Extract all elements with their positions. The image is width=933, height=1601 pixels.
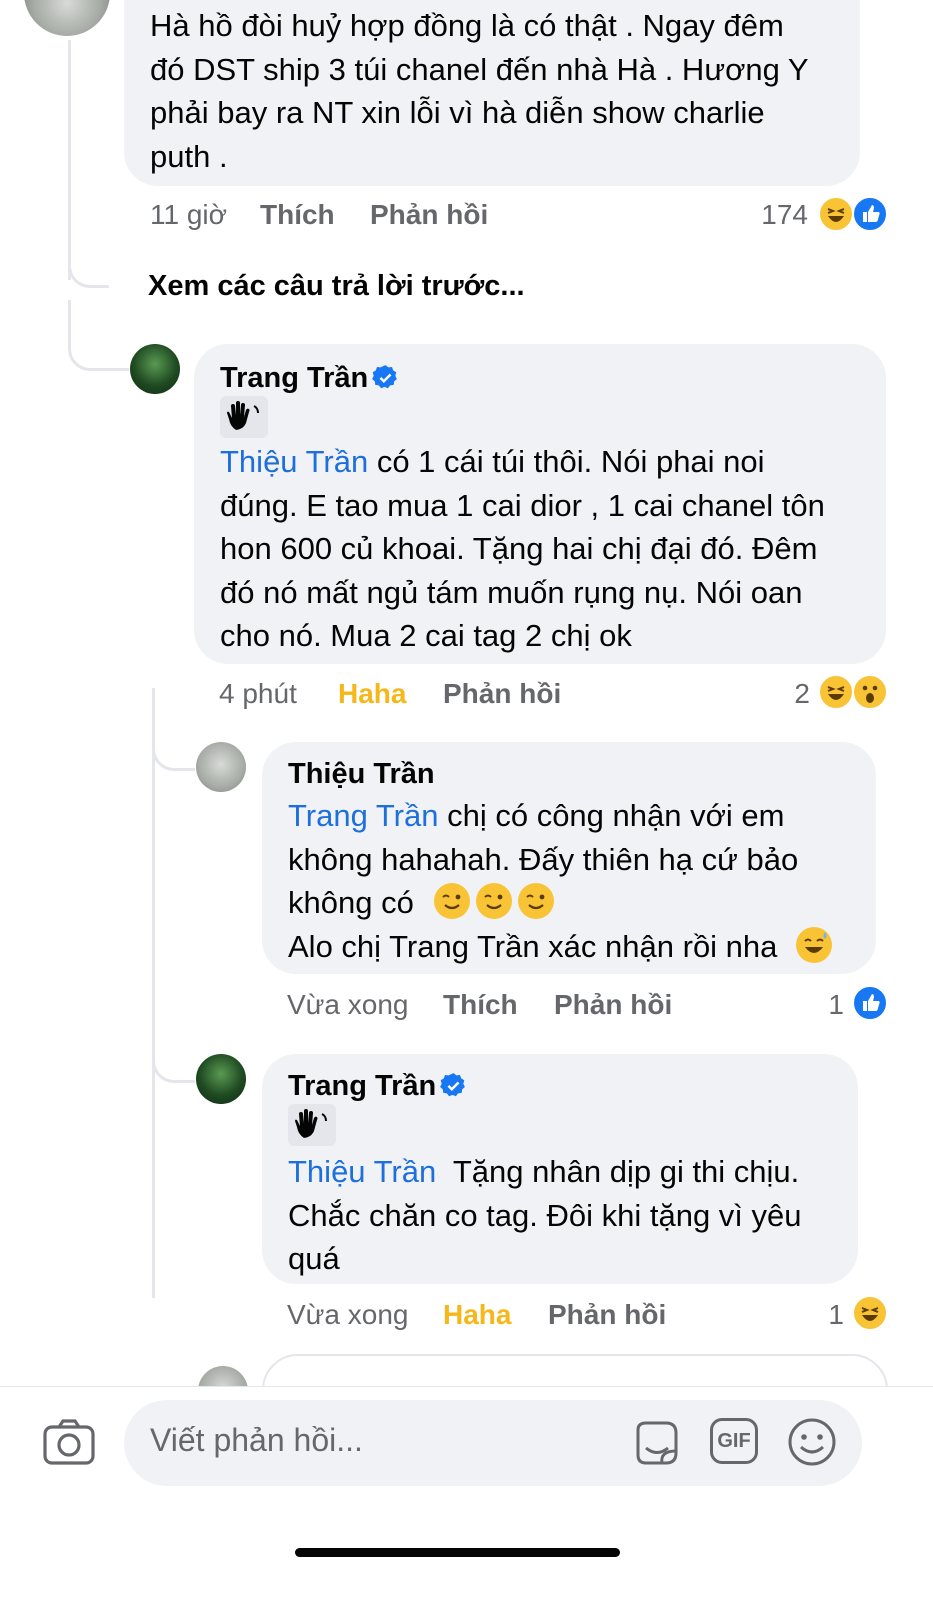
like-reaction-icon: [852, 196, 888, 232]
comment-text: Trang Trần chị có công nhận với em không…: [288, 794, 868, 968]
haha-reaction-button[interactable]: Haha: [338, 678, 406, 710]
thread-connector-reply-2: [152, 720, 195, 771]
reply-input-placeholder: Viết phản hồi...: [150, 1422, 363, 1458]
like-button[interactable]: Thích: [443, 989, 518, 1021]
wow-reaction-icon: [852, 674, 888, 710]
thread-connector-reply-3: [152, 1032, 195, 1083]
wink-emoji-icon: [434, 883, 471, 919]
thread-line-nested: [152, 688, 155, 1298]
sticker-icon[interactable]: [632, 1418, 682, 1468]
haha-reaction-button[interactable]: Haha: [443, 1299, 511, 1331]
comment-text: Hà hồ đòi huỷ hợp đồng là có thật . Ngay…: [150, 4, 850, 178]
reply-button[interactable]: Phản hồi: [370, 199, 488, 231]
comment-line: đó DST ship 3 túi chanel đến nhà Hà . Hư…: [150, 51, 809, 87]
thread-connector-view-previous: [68, 240, 109, 288]
comment-bubble: Trang Trần Thiệu Trần có 1 cái túi thôi.…: [194, 344, 886, 664]
comment-line: Alo chị Trang Trần xác nhận rồi nha: [288, 925, 868, 969]
comment-time: 4 phút: [219, 678, 297, 709]
verified-badge-icon: [372, 365, 397, 389]
haha-reaction-icon: [852, 1295, 888, 1331]
home-indicator: [295, 1548, 620, 1557]
wink-emoji-icon: [476, 883, 513, 919]
comment-bubble: Thiệu Trần Trang Trần chị có công nhận v…: [262, 742, 876, 974]
avatar[interactable]: [196, 1054, 246, 1104]
reaction-count[interactable]: 1: [800, 1299, 844, 1331]
comment-line: đúng. E tao mua 1 cai dior , 1 cai chane…: [220, 487, 825, 523]
comment-line: Thiệu Trần có 1 cái túi thôi. Nói phai n…: [220, 440, 880, 484]
sweat-smile-emoji-icon: [796, 926, 833, 963]
haha-reaction-icon: [818, 196, 854, 232]
commenter-name[interactable]: Thiệu Trần: [288, 758, 435, 791]
comment-line: Chắc chăn co tag. Đôi khi tặng vì yêu: [288, 1197, 802, 1233]
comment-line: không có: [288, 881, 868, 925]
comment-time: 11 giờ: [150, 199, 227, 230]
avatar[interactable]: [130, 344, 180, 394]
comment-time: Vừa xong: [287, 989, 409, 1020]
comment-text: Thiệu Trần có 1 cái túi thôi. Nói phai n…: [220, 440, 880, 658]
mention-link[interactable]: Thiệu Trần: [288, 1154, 436, 1189]
reply-button[interactable]: Phản hồi: [548, 1299, 666, 1331]
thread-connector-reply-1: [68, 300, 129, 371]
comment-line: phải bay ra NT xin lỗi vì hà diễn show c…: [150, 95, 765, 130]
comment-line-rest: Tặng nhân dịp gi thi chịu.: [436, 1154, 800, 1189]
comment-bubble: Trang Trần Thiệu Trần Tặng nhân dịp gi t…: [262, 1054, 858, 1284]
comment-line: đó nó mất ngủ tám muốn rụng nụ. Nói oan: [220, 574, 803, 610]
comment-bubble: Hà hồ đòi huỷ hợp đồng là có thật . Ngay…: [124, 0, 860, 186]
reply-button[interactable]: Phản hồi: [443, 678, 561, 710]
mention-link[interactable]: Thiệu Trần: [220, 444, 368, 479]
avatar[interactable]: [196, 742, 246, 792]
reaction-count[interactable]: 2: [770, 678, 810, 710]
gif-label: GIF: [717, 1430, 751, 1452]
comment-line-rest: chị có công nhận với em: [438, 798, 785, 833]
reaction-count[interactable]: 1: [800, 989, 844, 1021]
reply-button[interactable]: Phản hồi: [554, 989, 672, 1021]
comment-line: puth .: [150, 138, 228, 174]
commenter-name[interactable]: Trang Trần: [288, 1070, 436, 1103]
avatar[interactable]: [24, 0, 110, 36]
comment-time: Vừa xong: [287, 1299, 409, 1330]
comment-line: Trang Trần chị có công nhận với em: [288, 794, 868, 838]
like-reaction-icon: [852, 985, 888, 1021]
comment-line-text: Alo chị Trang Trần xác nhận rồi nha: [288, 928, 778, 964]
view-previous-replies-link[interactable]: Xem các câu trả lời trước...: [148, 270, 525, 303]
comment-line: Thiệu Trần Tặng nhân dịp gi thi chịu.: [288, 1150, 854, 1194]
comment-line-text: không có: [288, 885, 414, 920]
reaction-count[interactable]: 174: [740, 199, 808, 231]
verified-badge-icon: [440, 1073, 465, 1097]
mention-link[interactable]: Trang Trần: [288, 798, 438, 833]
wave-sticker-icon: [288, 1104, 336, 1146]
gif-button[interactable]: GIF: [710, 1418, 758, 1464]
comment-line: cho nó. Mua 2 cai tag 2 chị ok: [220, 618, 632, 653]
comment-line: quá: [288, 1241, 340, 1276]
haha-reaction-icon: [818, 674, 854, 710]
comment-line: hon 600 củ khoai. Tặng hai chị đại đó. Đ…: [220, 531, 818, 566]
wave-sticker-icon: [220, 396, 268, 438]
camera-icon[interactable]: [42, 1418, 96, 1466]
comment-line: không hahahah. Đấy thiên hạ cứ bảo: [288, 841, 799, 877]
comment-line-rest: có 1 cái túi thôi. Nói phai noi: [368, 444, 765, 479]
like-button[interactable]: Thích: [260, 199, 335, 231]
commenter-name[interactable]: Trang Trần: [220, 362, 368, 395]
comment-text: Thiệu Trần Tặng nhân dịp gi thi chịu. Ch…: [288, 1150, 854, 1281]
wink-emoji-icon: [518, 883, 555, 919]
comment-line: Hà hồ đòi huỷ hợp đồng là có thật . Ngay…: [150, 8, 784, 43]
emoji-picker-icon[interactable]: [786, 1416, 838, 1468]
